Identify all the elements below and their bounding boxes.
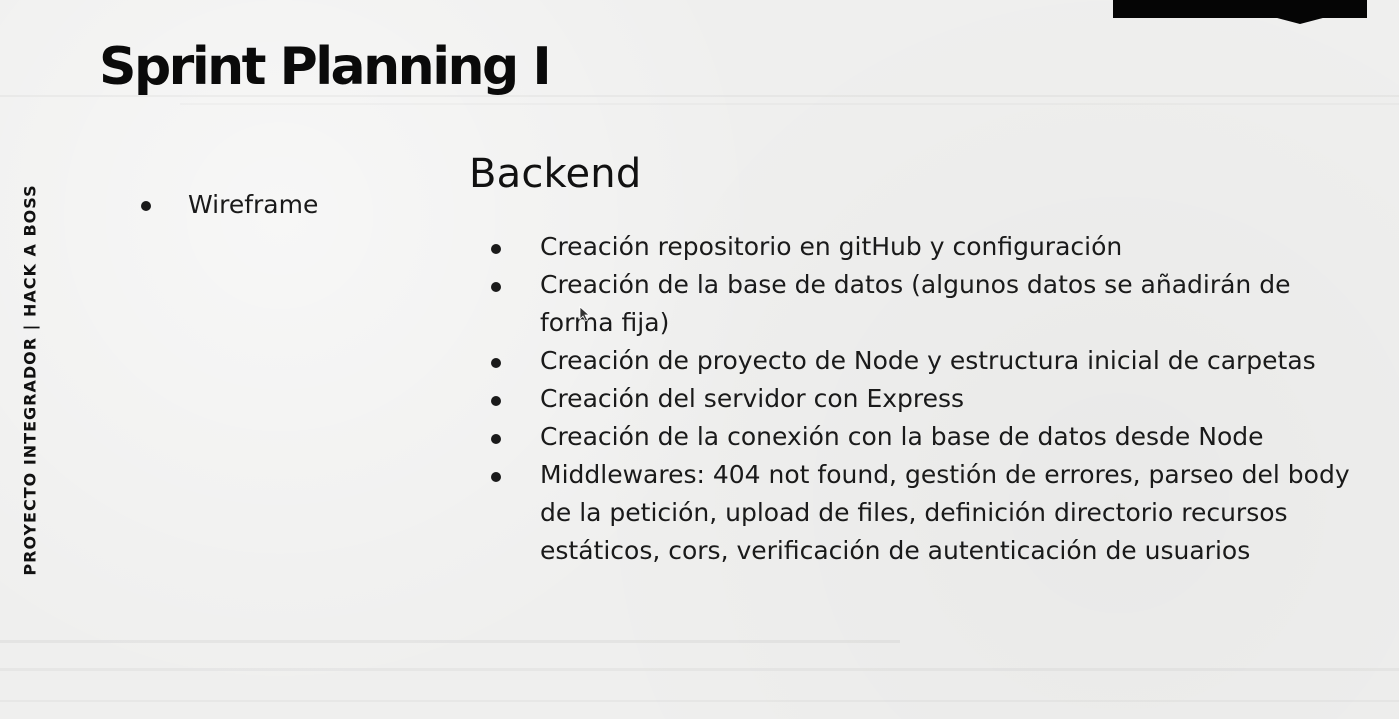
vertical-sidebar-label: PROYECTO INTEGRADOR | HACK A BOSS: [20, 184, 40, 576]
texture-streak: [0, 668, 1399, 671]
list-item-text: Creación de proyecto de Node y estructur…: [540, 346, 1316, 375]
list-item: Creación de la base de datos (algunos da…: [488, 266, 1368, 342]
backend-bullet-list: Creación repositorio en gitHub y configu…: [488, 228, 1368, 570]
list-item: Creación de proyecto de Node y estructur…: [488, 342, 1368, 380]
texture-streak: [0, 640, 900, 643]
left-bullet-list: Wireframe: [136, 186, 318, 224]
backend-heading: Backend: [469, 151, 642, 197]
texture-streak: [0, 700, 1399, 702]
list-item-text: Creación del servidor con Express: [540, 384, 965, 413]
list-item: Creación de la conexión con la base de d…: [488, 418, 1368, 456]
list-item-text: Wireframe: [188, 190, 319, 219]
list-item-text: Creación de la conexión con la base de d…: [540, 422, 1264, 451]
slide: Sprint Planning I PROYECTO INTEGRADOR | …: [0, 0, 1399, 719]
bullet-dot-icon: [491, 244, 501, 254]
list-item-text: Middlewares: 404 not found, gestión de e…: [540, 460, 1350, 565]
list-item-text: Creación repositorio en gitHub y configu…: [540, 232, 1123, 261]
texture-streak: [180, 103, 1399, 105]
list-item: Wireframe: [136, 186, 318, 224]
corner-black-tab-notch: [1262, 14, 1338, 24]
bullet-dot-icon: [491, 358, 501, 368]
bullet-dot-icon: [491, 434, 501, 444]
bullet-dot-icon: [491, 396, 501, 406]
list-item: Creación del servidor con Express: [488, 380, 1368, 418]
mouse-pointer-icon: [579, 306, 591, 322]
list-item-text: Creación de la base de datos (algunos da…: [540, 270, 1291, 337]
list-item: Creación repositorio en gitHub y configu…: [488, 228, 1368, 266]
slide-title: Sprint Planning I: [99, 37, 552, 97]
list-item: Middlewares: 404 not found, gestión de e…: [488, 456, 1368, 570]
bullet-dot-icon: [141, 201, 151, 211]
bullet-dot-icon: [491, 282, 501, 292]
bullet-dot-icon: [491, 472, 501, 482]
